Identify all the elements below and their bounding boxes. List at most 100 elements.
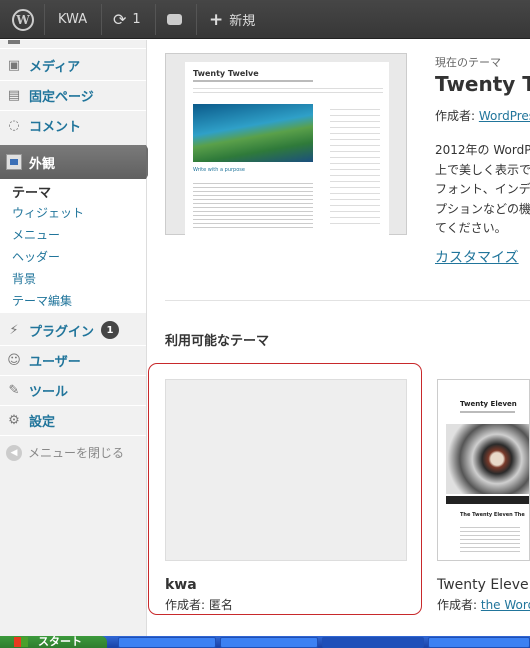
- preview-post-title: The Twenty Eleven The: [460, 512, 525, 518]
- author-name: 匿名: [208, 598, 233, 612]
- section-divider: [165, 300, 530, 301]
- preview-nav: [193, 88, 383, 93]
- preview-site-title: Twenty Twelve: [193, 69, 259, 78]
- submenu-widgets[interactable]: ウィジェット: [12, 204, 84, 221]
- edit-icon-partial: [8, 40, 20, 44]
- submenu-header[interactable]: ヘッダー: [12, 248, 60, 265]
- preview-sidebar-widgets: [330, 104, 380, 224]
- preview-tagline: [193, 80, 313, 82]
- menu-label: 外観: [29, 156, 56, 172]
- appearance-icon: [6, 154, 22, 170]
- menu-tools[interactable]: ✎ ツール: [0, 375, 146, 405]
- menu-settings[interactable]: ⚙ 設定: [0, 405, 146, 435]
- menu-label: 設定: [29, 414, 56, 430]
- menu-media[interactable]: ▣ メディア: [0, 50, 146, 80]
- current-theme-label: 現在のテーマ: [435, 56, 501, 69]
- author-link[interactable]: the Word: [481, 598, 530, 612]
- author-prefix: 作成者:: [437, 598, 481, 612]
- preview-header-image: [446, 424, 529, 494]
- divider: [0, 48, 146, 49]
- menu-label: メディア: [29, 59, 81, 75]
- comment-bubble-icon: [167, 14, 182, 25]
- pages-icon: ▤: [7, 87, 21, 103]
- current-theme-author: 作成者: WordPres: [435, 107, 530, 124]
- preview-site-title: Twenty Eleven: [460, 400, 517, 408]
- preview-tagline: [460, 411, 515, 413]
- menu-comments[interactable]: ◌ コメント: [0, 110, 146, 140]
- menu-label: ツール: [29, 384, 69, 400]
- author-link[interactable]: WordPres: [479, 109, 530, 123]
- menu-label: 固定ページ: [29, 89, 94, 105]
- updates-count: 1: [132, 12, 141, 27]
- taskbar-button[interactable]: [322, 637, 424, 648]
- theme-preview-page: Twenty Twelve Write with a purpose: [185, 62, 389, 236]
- taskbar-button[interactable]: [118, 637, 216, 648]
- site-name-link[interactable]: KWA: [58, 0, 87, 39]
- new-label: 新規: [229, 14, 256, 29]
- twenty-eleven-theme-name: Twenty Eleve: [437, 577, 529, 593]
- submenu-themes[interactable]: テーマ: [12, 182, 51, 201]
- preview-text-lines: [193, 180, 313, 230]
- menu-plugins[interactable]: ⚡ プラグイン 1: [0, 315, 146, 345]
- description-line: プションなどの機: [435, 201, 530, 216]
- menu-pages[interactable]: ▤ 固定ページ: [0, 80, 146, 110]
- start-label: スタート: [38, 636, 82, 648]
- comments-icon: ◌: [8, 117, 20, 133]
- tools-icon: ✎: [8, 382, 20, 398]
- new-content-link[interactable]: + 新規: [209, 0, 255, 39]
- preview-nav-bar: [446, 496, 529, 504]
- admin-sidebar: ▣ メディア ▤ 固定ページ ◌ コメント 外観 テーマ ウィジェット メニュー…: [0, 40, 155, 636]
- preview-post-title: Write with a purpose: [193, 167, 245, 173]
- current-theme-name: Twenty Tw: [435, 72, 530, 96]
- divider: [0, 435, 146, 436]
- author-prefix: 作成者:: [165, 598, 209, 612]
- kwa-theme-screenshot[interactable]: [165, 379, 407, 561]
- main-content: Twenty Twelve Write with a purpose 現在のテー…: [148, 40, 530, 636]
- plus-icon: +: [209, 9, 224, 30]
- menu-users[interactable]: ☺ ユーザー: [0, 345, 146, 375]
- twenty-eleven-screenshot[interactable]: Twenty Eleven The Twenty Eleven The: [437, 379, 530, 561]
- submenu-background[interactable]: 背景: [12, 270, 36, 287]
- menu-label: コメント: [29, 119, 82, 135]
- submenu-menus[interactable]: メニュー: [12, 226, 60, 243]
- windows-flag-icon: [14, 637, 28, 647]
- collapse-arrow-icon: ◀: [6, 444, 22, 461]
- taskbar-button[interactable]: [220, 637, 318, 648]
- divider: [101, 4, 102, 35]
- media-icon: ▣: [7, 57, 21, 73]
- collapse-menu-button[interactable]: ◀ メニューを閉じる: [6, 444, 124, 461]
- taskbar-button[interactable]: [428, 637, 530, 648]
- divider: [155, 4, 156, 35]
- menu-label: プラグイン: [29, 324, 95, 340]
- kwa-theme-name: kwa: [165, 577, 197, 593]
- customize-link[interactable]: カスタマイズ: [435, 247, 519, 267]
- author-prefix: 作成者:: [435, 109, 479, 123]
- preview-text-lines: [460, 524, 520, 554]
- kwa-theme-author: 作成者: 匿名: [165, 596, 233, 613]
- available-themes-heading: 利用可能なテーマ: [165, 334, 270, 349]
- twenty-eleven-theme-author: 作成者: the Word: [437, 596, 530, 613]
- description-line: 2012年の WordPr: [435, 143, 530, 157]
- preview-header-image: [193, 104, 313, 162]
- divider: [44, 4, 45, 35]
- updates-link[interactable]: ⟳ 1: [113, 0, 141, 39]
- admin-bar: W KWA ⟳ 1 + 新規: [0, 0, 530, 39]
- refresh-icon: ⟳: [113, 10, 127, 29]
- plugin-update-badge: 1: [101, 321, 120, 339]
- menu-appearance[interactable]: 外観: [0, 145, 146, 179]
- menu-top-edge: [0, 40, 146, 46]
- divider: [196, 4, 197, 35]
- current-theme-description: 2012年の WordPr 上で美しく表示で フォント、インデ プションなどの機…: [435, 141, 530, 239]
- windows-taskbar: スタート: [0, 636, 530, 648]
- wordpress-icon: W: [12, 8, 34, 31]
- plugins-icon: ⚡: [9, 322, 19, 338]
- comments-link[interactable]: [167, 0, 182, 39]
- description-line: フォント、インデ: [435, 182, 530, 196]
- start-button[interactable]: スタート: [0, 636, 107, 648]
- wordpress-logo-menu[interactable]: W: [12, 0, 34, 39]
- settings-icon: ⚙: [8, 412, 20, 428]
- description-line: 上で美しく表示で: [435, 162, 530, 177]
- users-icon: ☺: [7, 352, 21, 368]
- collapse-label: メニューを閉じる: [28, 446, 125, 460]
- submenu-theme-editor[interactable]: テーマ編集: [12, 292, 72, 309]
